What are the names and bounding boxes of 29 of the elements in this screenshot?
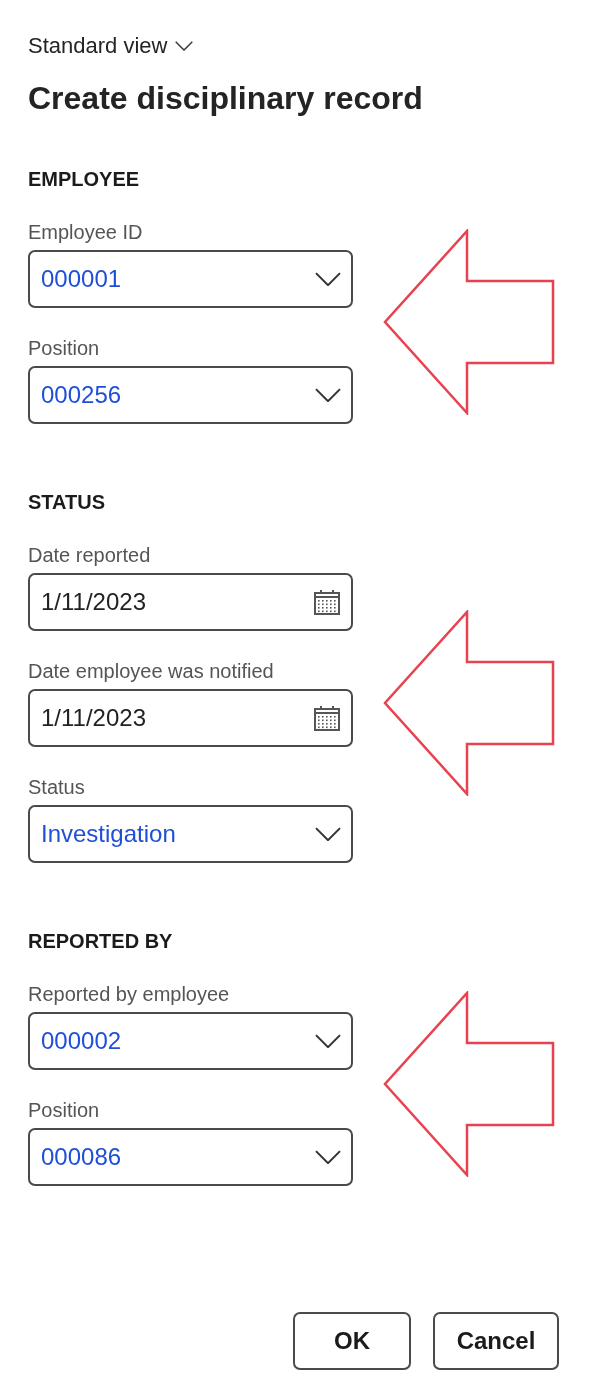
dropdown-field[interactable]: 000002 [28, 1012, 353, 1070]
section-heading: STATUS [28, 490, 107, 514]
field-label: Position [28, 336, 100, 360]
chevron-down-icon [175, 41, 194, 51]
field-label: Date reported [28, 543, 151, 567]
field-label: Status [28, 775, 85, 799]
field-label: Position [28, 1098, 100, 1122]
chevron-down-icon [315, 1149, 341, 1165]
field-label: Employee ID [28, 220, 143, 244]
date-field[interactable]: 1/11/2023 [28, 573, 353, 631]
dropdown-field[interactable]: 000001 [28, 250, 353, 308]
section-heading: REPORTED BY [28, 929, 174, 953]
chevron-down-icon [315, 826, 341, 842]
dropdown-field[interactable]: 000086 [28, 1128, 353, 1186]
chevron-down-icon [315, 387, 341, 403]
view-selector[interactable]: Standard view [28, 32, 194, 60]
section-heading: EMPLOYEE [28, 167, 141, 191]
date-field[interactable]: 1/11/2023 [28, 689, 353, 747]
cancel-button[interactable]: Cancel [433, 1312, 559, 1370]
dropdown-field[interactable]: 000256 [28, 366, 353, 424]
field-label: Date employee was notified [28, 659, 274, 683]
calendar-icon[interactable] [313, 705, 341, 731]
calendar-icon[interactable] [313, 589, 341, 615]
ok-button[interactable]: OK [293, 1312, 411, 1370]
page-title: Create disciplinary record [28, 79, 424, 118]
chevron-down-icon [315, 271, 341, 287]
field-label: Reported by employee [28, 982, 230, 1006]
chevron-down-icon [315, 1033, 341, 1049]
dropdown-field[interactable]: Investigation [28, 805, 353, 863]
